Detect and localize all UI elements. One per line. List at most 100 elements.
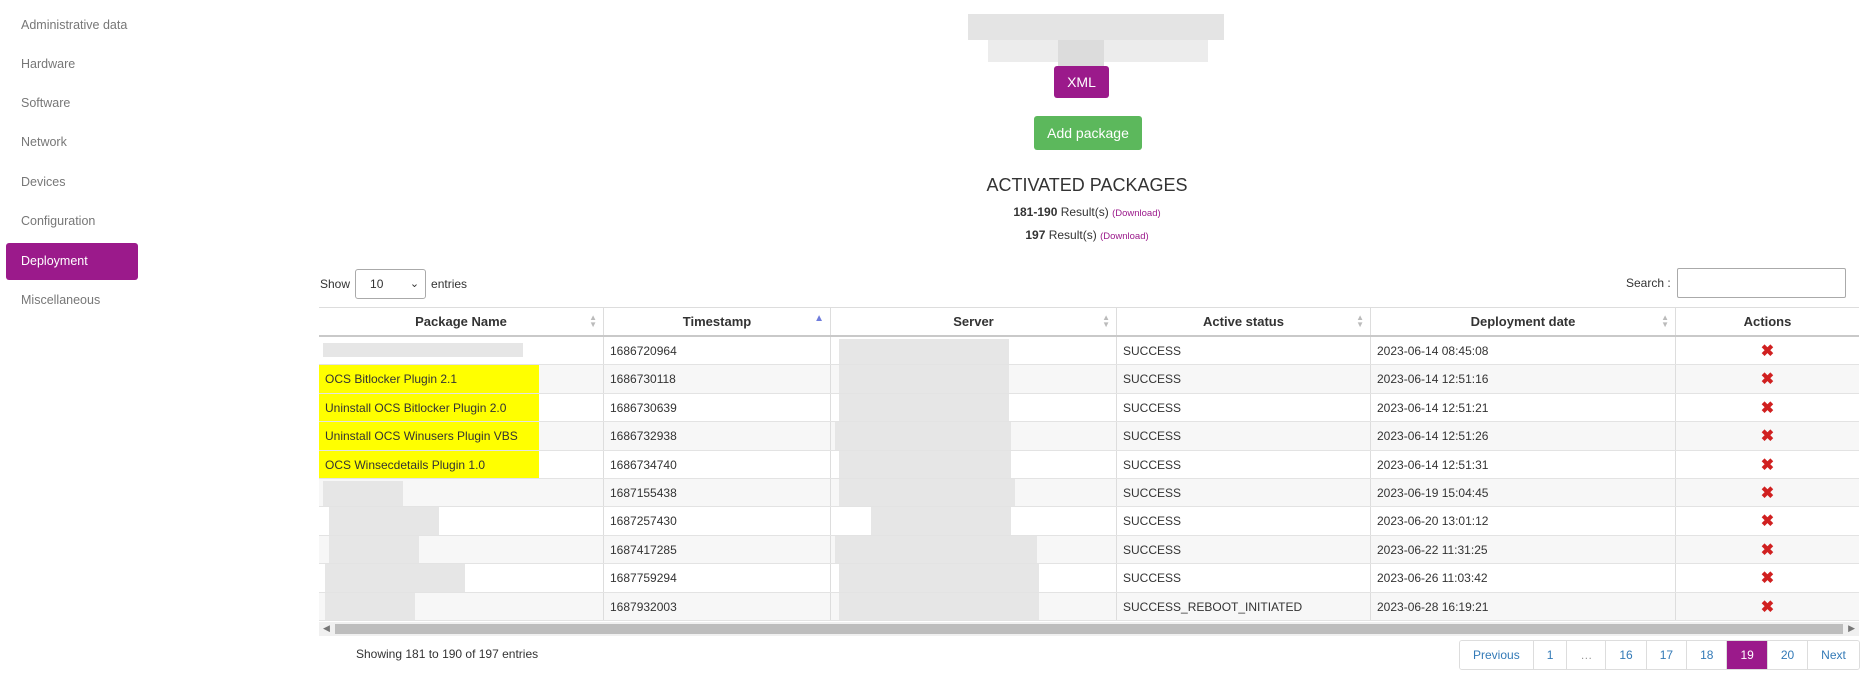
pagination-page[interactable]: 17 (1646, 641, 1688, 669)
cell-timestamp: 1687417285 (604, 535, 831, 564)
pagination-page[interactable]: 18 (1687, 641, 1728, 669)
search-input[interactable] (1676, 268, 1846, 298)
delete-icon[interactable]: ✖ (1676, 394, 1859, 421)
sidebar-item-deployment[interactable]: Deployment (6, 243, 138, 280)
cell-package-name: OCS Bitlocker Plugin 2.1 (319, 365, 604, 393)
column-header-label: Actions (1743, 314, 1792, 329)
column-header-label: Package Name (415, 314, 507, 329)
chevron-down-icon: ⌄ (409, 278, 420, 290)
column-header-label: Timestamp (682, 314, 752, 329)
cell-server (831, 337, 1117, 365)
redacted-server (839, 450, 1011, 478)
sidebar-item-network[interactable]: Network (6, 124, 138, 161)
search-label: Search : (1626, 276, 1671, 290)
cell-package-name (319, 478, 604, 507)
cell-actions: ✖ (1676, 593, 1859, 620)
pagination-previous[interactable]: Previous (1460, 641, 1534, 669)
results-range-value: 181-190 (1013, 205, 1058, 219)
cell-timestamp: 1687257430 (604, 507, 831, 535)
cell-server (831, 422, 1117, 450)
cell-actions: ✖ (1676, 365, 1859, 392)
sidebar-item-administrative-data[interactable]: Administrative data (6, 7, 138, 44)
cell-actions: ✖ (1676, 536, 1859, 563)
redacted-server (839, 564, 1039, 592)
show-label: Show (320, 277, 351, 291)
cell-package-name: OCS Winsecdetails Plugin 1.0 (319, 450, 604, 478)
cell-actions: ✖ (1676, 394, 1859, 421)
redacted-server (839, 393, 1009, 422)
redacted-server (891, 535, 1037, 564)
column-header-deployment-date[interactable]: Deployment date ▲ ▼ (1371, 308, 1676, 335)
sidebar-item-configuration[interactable]: Configuration (6, 203, 138, 240)
column-header-server[interactable]: Server ▲ ▼ (831, 308, 1117, 335)
xml-button[interactable]: XML (1054, 66, 1109, 98)
cell-server (831, 564, 1117, 592)
scrollbar-thumb[interactable] (335, 624, 1843, 634)
cell-server (831, 478, 1117, 507)
column-header-timestamp[interactable]: Timestamp ▲ (604, 308, 831, 335)
download-range-link[interactable]: (Download) (1112, 208, 1161, 219)
cell-timestamp: 1686734740 (604, 450, 831, 478)
column-header-package-name[interactable]: Package Name ▲ ▼ (319, 308, 604, 335)
scroll-left-icon[interactable]: ◀ (323, 623, 330, 634)
pagination-page[interactable]: 1 (1533, 641, 1568, 669)
cell-active-status: SUCCESS (1117, 507, 1371, 535)
delete-icon[interactable]: ✖ (1676, 564, 1859, 591)
pagination-page[interactable]: 16 (1606, 641, 1647, 669)
column-header-label: Deployment date (1470, 314, 1576, 329)
entries-select-value: 10 (370, 277, 384, 291)
column-header-active-status[interactable]: Active status ▲ ▼ (1117, 308, 1371, 335)
cell-active-status: SUCCESS (1117, 393, 1371, 422)
delete-icon[interactable]: ✖ (1676, 593, 1859, 620)
table-row: 1687155438 SUCCESS 2023-06-19 15:04:45 ✖ (319, 478, 1859, 508)
sidebar-item-software[interactable]: Software (6, 85, 138, 122)
column-header-actions: Actions (1676, 308, 1859, 335)
delete-icon[interactable]: ✖ (1676, 479, 1859, 506)
scroll-right-icon[interactable]: ▶ (1848, 623, 1855, 634)
cell-active-status: SUCCESS (1117, 337, 1371, 365)
cell-package-name: Uninstall OCS Winusers Plugin VBS (319, 422, 604, 450)
cell-server (831, 592, 1117, 620)
delete-icon[interactable]: ✖ (1676, 451, 1859, 478)
entries-label: entries (431, 277, 468, 291)
cell-server (831, 507, 1117, 535)
redacted-server (839, 339, 1009, 365)
delete-icon[interactable]: ✖ (1676, 536, 1859, 563)
cell-timestamp: 1687932003 (604, 592, 831, 620)
delete-icon[interactable]: ✖ (1676, 337, 1859, 364)
sort-ascending-icon: ▲ (814, 313, 824, 324)
cell-deployment-date: 2023-06-14 12:51:26 (1371, 422, 1676, 450)
results-total-value: 197 (1025, 228, 1046, 242)
highlighted-package-name: OCS Winsecdetails Plugin 1.0 (319, 450, 539, 478)
pagination-page[interactable]: 19 (1727, 641, 1768, 669)
download-total-link[interactable]: (Download) (1100, 231, 1149, 242)
redacted-package-name (329, 507, 439, 535)
cell-actions: ✖ (1676, 564, 1859, 591)
cell-deployment-date: 2023-06-22 11:31:25 (1371, 535, 1676, 564)
sidebar-item-devices[interactable]: Devices (6, 164, 138, 201)
delete-icon[interactable]: ✖ (1676, 365, 1859, 392)
table-info: Showing 181 to 190 of 197 entries (356, 647, 539, 661)
pagination-next[interactable]: Next (1808, 641, 1859, 669)
cell-package-name (319, 564, 604, 592)
horizontal-scrollbar[interactable]: ◀ ▶ (319, 622, 1859, 636)
cell-active-status: SUCCESS (1117, 478, 1371, 507)
cell-deployment-date: 2023-06-14 12:51:21 (1371, 393, 1676, 422)
table-row: 1687932003 SUCCESS_REBOOT_INITIATED 2023-0… (319, 592, 1859, 621)
cell-package-name (319, 507, 604, 535)
cell-active-status: SUCCESS_REBOOT_INITIATED (1117, 592, 1371, 620)
add-package-button[interactable]: Add package (1034, 116, 1142, 150)
delete-icon[interactable]: ✖ (1676, 422, 1859, 449)
highlighted-package-name: Uninstall OCS Winusers Plugin VBS (319, 422, 539, 450)
table-row: 1687257430 SUCCESS 2023-06-20 13:01:12 ✖ (319, 507, 1859, 536)
cell-server (831, 365, 1117, 393)
delete-icon[interactable]: ✖ (1676, 507, 1859, 534)
pagination-page[interactable]: 20 (1767, 641, 1809, 669)
entries-select[interactable]: 10 ⌄ (355, 269, 427, 299)
sidebar-item-hardware[interactable]: Hardware (6, 46, 138, 83)
sidebar-item-miscellaneous[interactable]: Miscellaneous (6, 282, 138, 319)
cell-actions: ✖ (1676, 337, 1859, 364)
section-title: ACTIVATED PACKAGES (986, 175, 1188, 195)
highlighted-package-name: Uninstall OCS Bitlocker Plugin 2.0 (319, 393, 539, 422)
cell-active-status: SUCCESS (1117, 450, 1371, 478)
